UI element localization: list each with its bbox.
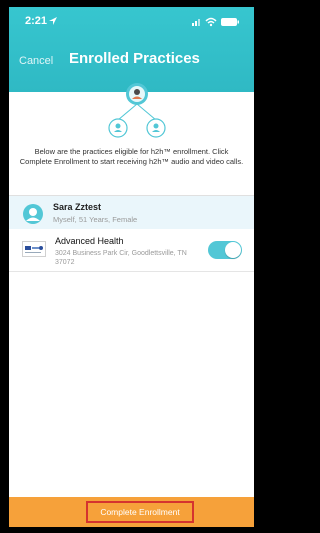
location-arrow-icon xyxy=(49,17,57,25)
practice-network-illustration xyxy=(108,83,166,138)
practice-row[interactable]: Advanced Health 3024 Business Park Cir, … xyxy=(9,229,254,272)
battery-icon xyxy=(221,18,239,26)
practice-logo-icon xyxy=(22,241,46,257)
patient-details: Myself, 51 Years, Female xyxy=(53,215,138,224)
page-title: Enrolled Practices xyxy=(69,50,200,67)
status-time: 2:21 xyxy=(25,15,48,27)
app-screen: 2:21 Cancel Enrolled Practices Below are… xyxy=(9,7,254,527)
status-bar: 2:21 xyxy=(9,15,254,31)
toggle-knob xyxy=(225,242,241,258)
cancel-button[interactable]: Cancel xyxy=(19,55,53,67)
patient-header: Sara Zztest Myself, 51 Years, Female xyxy=(9,195,254,231)
practice-address: 3024 Business Park Cir, Goodlettsville, … xyxy=(55,250,187,266)
footer-bar: Complete Enrollment xyxy=(9,497,254,527)
wifi-icon xyxy=(205,17,217,27)
practice-enroll-toggle[interactable] xyxy=(208,241,242,259)
practice-name: Advanced Health xyxy=(55,236,124,246)
patient-name: Sara Zztest xyxy=(53,202,102,212)
complete-enrollment-button[interactable]: Complete Enrollment xyxy=(86,501,194,523)
user-avatar-icon xyxy=(23,204,43,224)
enrollment-description: Below are the practices eligible for h2h… xyxy=(19,147,244,166)
cellular-signal-icon xyxy=(192,19,200,26)
header: 2:21 Cancel Enrolled Practices xyxy=(9,7,254,92)
status-icons xyxy=(192,17,239,27)
